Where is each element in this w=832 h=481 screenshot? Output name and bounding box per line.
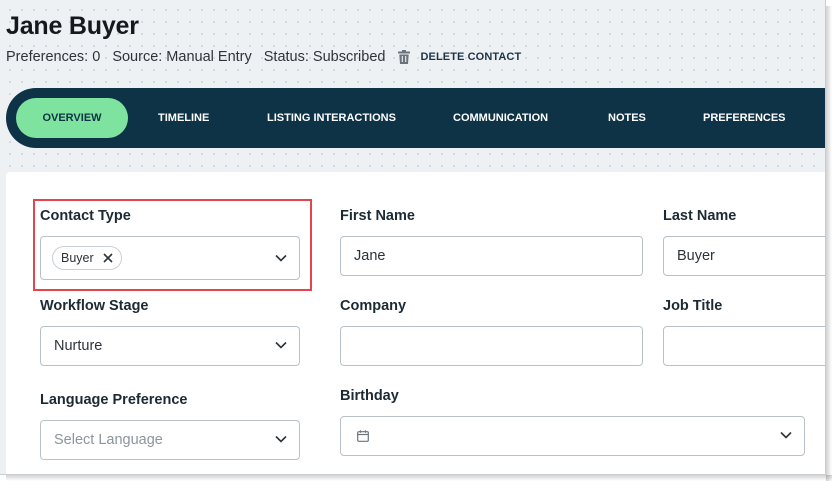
language-preference-label: Language Preference — [40, 392, 188, 408]
workflow-stage-value: Nurture — [54, 338, 103, 354]
preferences-count: Preferences: 0 — [6, 49, 101, 65]
language-select[interactable]: Select Language — [40, 420, 300, 460]
language-placeholder: Select Language — [54, 432, 163, 448]
tab-bar: OVERVIEW TIMELINE LISTING INTERACTIONS C… — [6, 88, 825, 148]
contact-name: Jane Buyer — [6, 12, 139, 40]
chevron-down-icon — [275, 341, 287, 349]
page-frame: Jane Buyer Preferences: 0 Source: Manual… — [0, 0, 826, 475]
first-name-label: First Name — [340, 208, 415, 224]
calendar-icon — [357, 430, 369, 442]
tab-notes[interactable]: NOTES — [608, 98, 646, 138]
contact-status: Status: Subscribed — [263, 49, 386, 65]
trash-icon[interactable] — [398, 50, 411, 64]
first-name-field[interactable]: Jane — [340, 236, 643, 276]
birthday-picker[interactable] — [340, 416, 805, 456]
contact-type-highlight — [33, 199, 312, 291]
last-name-label: Last Name — [663, 208, 737, 224]
tab-timeline[interactable]: TIMELINE — [158, 98, 209, 138]
chevron-down-icon — [780, 431, 792, 439]
chevron-down-icon — [275, 435, 287, 443]
tab-overview[interactable]: OVERVIEW — [16, 98, 128, 138]
birthday-label: Birthday — [340, 388, 399, 404]
frame-shadow-bottom — [6, 475, 832, 481]
tab-listing-interactions[interactable]: LISTING INTERACTIONS — [267, 98, 396, 138]
last-name-field[interactable]: Buyer — [663, 236, 825, 276]
company-label: Company — [340, 298, 407, 314]
company-field[interactable] — [340, 326, 643, 366]
contact-meta: Preferences: 0 Source: Manual Entry Stat… — [6, 49, 521, 65]
first-name-value: Jane — [354, 248, 386, 264]
last-name-value: Buyer — [677, 248, 715, 264]
job-title-label: Job Title — [663, 298, 723, 314]
delete-contact-button[interactable]: DELETE CONTACT — [420, 51, 521, 63]
contact-source: Source: Manual Entry — [112, 49, 252, 65]
tab-communication[interactable]: COMMUNICATION — [453, 98, 548, 138]
workflow-stage-select[interactable]: Nurture — [40, 326, 300, 366]
tab-preferences[interactable]: PREFERENCES — [703, 98, 786, 138]
workflow-stage-label: Workflow Stage — [40, 298, 149, 314]
job-title-field[interactable] — [663, 326, 825, 366]
frame-shadow-right — [826, 6, 832, 481]
